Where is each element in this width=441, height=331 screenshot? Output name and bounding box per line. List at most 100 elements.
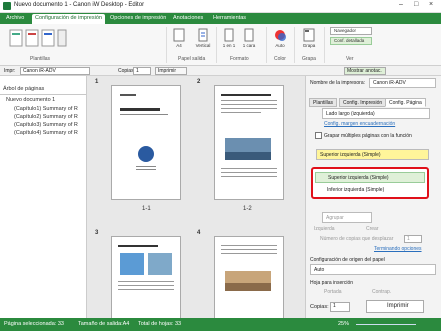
tree-item[interactable]: (Capítulo4) Summary of R [14,130,78,136]
printer-select[interactable]: Canon iR-ADV [20,67,90,75]
staple-label: Grapa [302,43,316,48]
group-ver: Ver [346,56,354,62]
copies-input[interactable]: 1 [330,302,350,312]
option-bottom-left[interactable]: Inferior izquierda (Simple) [315,185,425,196]
page-thumbnail[interactable] [214,236,284,318]
maximize-icon[interactable]: □ [414,1,418,8]
templates-gallery[interactable] [8,28,68,50]
group-plantillas: Plantillas [30,56,51,62]
paper-icon [173,28,185,42]
tab-configuracion-impresion[interactable]: Configuración de impresión [32,14,105,24]
shift-copies-input[interactable]: 1 [404,235,422,243]
page-content-image [221,94,277,177]
page-content-image [221,245,277,291]
print-button[interactable]: Imprimir [366,300,424,313]
separator [166,27,167,63]
sides-label: 1 cara [242,43,256,48]
detail-settings-button[interactable]: Conf. detallada [330,37,372,45]
shift-copies-label: Número de copias que desplazar [320,236,394,242]
option-top-left[interactable]: Superior izquierda (Simple) [315,172,425,183]
create-option[interactable]: Crear [366,226,379,232]
separator [294,27,295,63]
color-icon [275,30,286,41]
show-annotations-button[interactable]: Mostrar anotac. [344,67,386,75]
selected-pages-status: Página seleccionada: 33 [4,321,64,327]
insert-sheet-label: Hoja para inserción [310,280,354,286]
settings-panel: Nombre de la impresora: Canon iR-ADV Pla… [305,76,441,318]
zoom-slider[interactable] [356,324,416,325]
orientation-icon [198,28,208,42]
margin-settings-link[interactable]: Config. margen encuadernación [324,121,395,127]
left-option[interactable]: Izquierda [314,226,335,232]
page-thumbnail[interactable] [214,85,284,200]
group-formato: Formato [230,56,249,62]
output-size-status: Tamaño de salida:A4 [78,321,130,327]
tab-herramientas[interactable]: Herramientas [210,14,249,24]
paper-size-label: A4 [176,43,182,48]
back-cover-option[interactable]: Contrap. [372,289,391,295]
staple-button[interactable]: Grapa [298,28,320,48]
page-number: 1 [95,79,99,85]
close-icon[interactable]: × [429,1,433,8]
group-color: Color [274,56,286,62]
total-sheets-status: Total de hojas: 33 [138,321,182,327]
tree-item[interactable]: (Capítulo3) Summary of R [14,122,78,128]
group-select[interactable]: Agrupar [322,212,372,223]
page-number: 3 [95,230,99,236]
tab-config-pagina[interactable]: Config. Página [385,98,426,107]
binding-edge-select[interactable]: Lado largo (izquierda) [322,108,430,119]
page-label: 1-1 [142,206,151,212]
page-content-image [118,245,174,290]
tree-root[interactable]: Nuevo documento 1 [6,97,55,103]
tree-item[interactable]: (Capítulo1) Summary of R [14,106,78,112]
paper-source-label: Configuración de origen del papel [310,257,385,263]
status-bar: Página seleccionada: 33 Tamaño de salida… [0,318,441,331]
page-canvas[interactable]: 1 1-1 2 1-2 3 4 [87,76,305,318]
separator [324,27,325,63]
minimize-icon[interactable]: – [399,1,403,8]
title-bar: Nuevo documento 1 - Canon iW Desktop - E… [0,0,441,13]
tab-plantillas[interactable]: Plantillas [309,98,338,107]
paper-size-button[interactable]: A4 [170,28,188,48]
staple-checkbox[interactable] [315,132,322,139]
staple-position-select[interactable]: Superior izquierda (Simple) [316,149,429,160]
printer-name-select[interactable]: Canon iR-ADV [369,78,436,88]
tree-header: Árbol de páginas [3,86,45,92]
tab-config-impresion[interactable]: Config. Impresión [339,98,387,107]
paper-source-select[interactable]: Auto [310,264,436,275]
page-label: 1-2 [243,206,252,212]
ribbon-tabs: Archivo Configuración de impresión Opcio… [0,13,441,24]
tab-archivo[interactable]: Archivo [3,14,27,24]
tree-item[interactable]: (Capítulo2) Summary of R [14,114,78,120]
staple-label: Grapar múltiples páginas con la función [324,133,412,139]
page-thumbnail[interactable] [111,85,181,200]
layout-button[interactable]: 1 en 1 [220,28,238,48]
print-button[interactable]: Imprimir [155,67,187,75]
template-thumbnails [9,29,67,47]
sides-icon [244,28,254,42]
group-papel-salida: Papel salida [178,56,206,62]
divider [0,94,86,95]
orientation-button[interactable]: Vertical [192,28,214,48]
page-thumbnail[interactable] [111,236,181,318]
copies-label: Copias: [310,304,329,310]
layout-label: 1 en 1 [222,43,236,48]
staple-icon [303,28,315,42]
tab-anotaciones[interactable]: Anotaciones [170,14,206,24]
tab-opciones-impresion[interactable]: Opciones de impresión [107,14,169,24]
window-title: Nuevo documento 1 - Canon iW Desktop - E… [14,2,145,8]
front-cover-option[interactable]: Portada [324,289,342,295]
group-grapa: Grapa [302,56,316,62]
printer-name-label: Nombre de la impresora: [310,80,366,86]
navigator-button[interactable]: Navegador [330,27,372,35]
sides-button[interactable]: 1 cara [240,28,258,48]
finishing-options-link[interactable]: Terminando opciones [374,246,422,252]
copies-input[interactable]: 1 [133,67,151,75]
page-number: 4 [197,230,201,236]
color-button[interactable]: Auto [270,28,290,48]
printer-label: Impr: [4,68,16,74]
page-content-image [120,94,168,170]
page-number: 2 [197,79,201,85]
separator [266,27,267,63]
zoom-level: 25% [338,321,350,327]
